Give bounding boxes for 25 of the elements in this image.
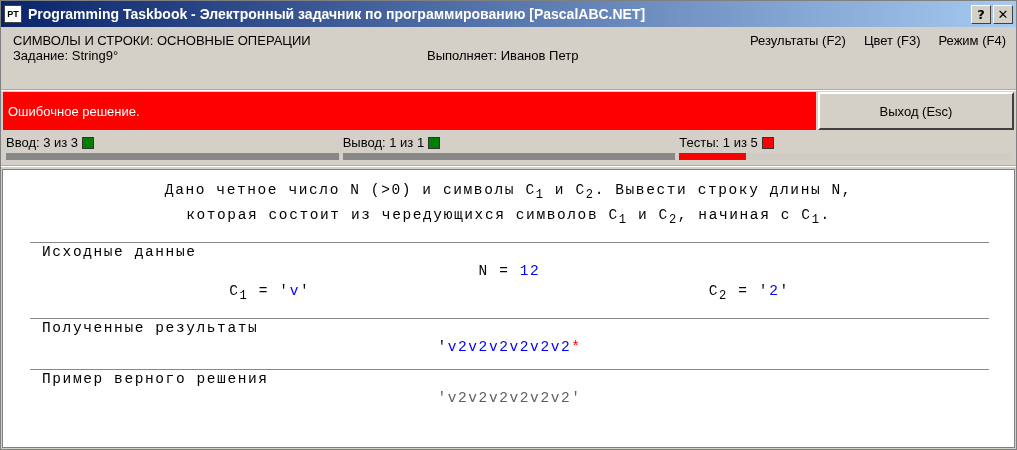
data-value: C$_{2}$ = '2': [708, 282, 790, 299]
menu-item[interactable]: Результаты (F2): [749, 33, 846, 48]
task-group: СИМВОЛЫ И СТРОКИ: ОСНОВНЫЕ ОПЕРАЦИИ: [13, 33, 311, 48]
task-text: Дано четное число N (>0) и символы C$_{1}$ и C$_{2}$. Вывести строку длины N,: [164, 182, 853, 198]
section-title: Полученные результаты: [42, 319, 259, 336]
status-message: Ошибочное решение.: [3, 92, 816, 130]
close-button[interactable]: ✕: [993, 4, 1013, 24]
exit-button[interactable]: Выход (Esc): [818, 92, 1014, 130]
app-icon: PT: [4, 5, 22, 23]
task-name: Задание: String9°: [13, 48, 120, 63]
menu-item[interactable]: Режим (F4): [938, 33, 1006, 48]
progress-label: Ввод: 3 из 3: [6, 135, 79, 150]
progress-label: Тесты: 1 из 5: [679, 135, 758, 150]
menu-item[interactable]: Цвет (F3): [863, 33, 921, 48]
data-value: 'v2v2v2v2v2v2*: [437, 338, 582, 355]
data-value: N = 12: [478, 262, 541, 279]
help-button[interactable]: ?: [971, 4, 991, 24]
progress-label: Вывод: 1 из 1: [342, 135, 425, 150]
data-value: 'v2v2v2v2v2v2': [437, 389, 582, 406]
window-title: Programming Taskbook - Электронный задачник по программированию [PascalABC.NET]: [28, 6, 647, 22]
student-name: Выполняет: Иванов Петр: [427, 48, 579, 63]
task-text: которая состоит из чередующихся символов C$_{1}$ и C$_{2}$, начиная с C$_{1}$.: [186, 206, 831, 223]
data-value: C$_{1}$ = 'v': [229, 282, 311, 299]
section-title: Исходные данные: [42, 243, 197, 260]
section-title: Пример верного решения: [42, 370, 269, 387]
